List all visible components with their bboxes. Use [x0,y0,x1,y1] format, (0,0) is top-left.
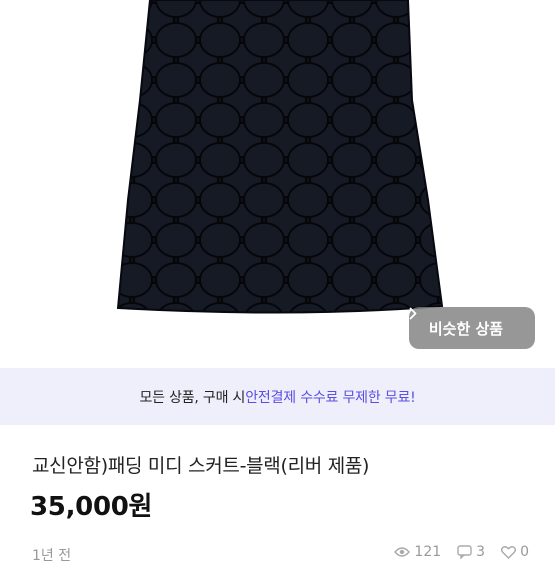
chat-icon [457,545,472,559]
chats-stat: 3 [457,544,485,560]
banner-highlight: 안전결제 수수료 무제한 무료! [245,389,416,406]
views-count: 121 [414,544,442,560]
posted-time: 1년 전 [32,548,72,564]
product-title: 교신안함)패딩 미디 스커트-블랙(리버 제품) [32,455,370,477]
heart-icon [501,545,517,559]
similar-products-button[interactable]: 비슷한 상품 [409,307,535,349]
banner-prefix: 모든 상품, 구매 시 [139,389,246,406]
product-stats: 121 3 0 [394,544,529,560]
safe-payment-banner[interactable]: 모든 상품, 구매 시 안전결제 수수료 무제한 무료! [0,368,555,425]
likes-count: 0 [520,544,529,560]
likes-stat: 0 [501,544,529,560]
views-stat: 121 [394,544,441,560]
product-price: 35,000원 [30,492,153,522]
similar-products-label: 비슷한 상품 [428,319,504,338]
chats-count: 3 [476,544,486,560]
product-image[interactable]: 비슷한 상품 [0,0,555,368]
eye-icon [394,546,411,558]
